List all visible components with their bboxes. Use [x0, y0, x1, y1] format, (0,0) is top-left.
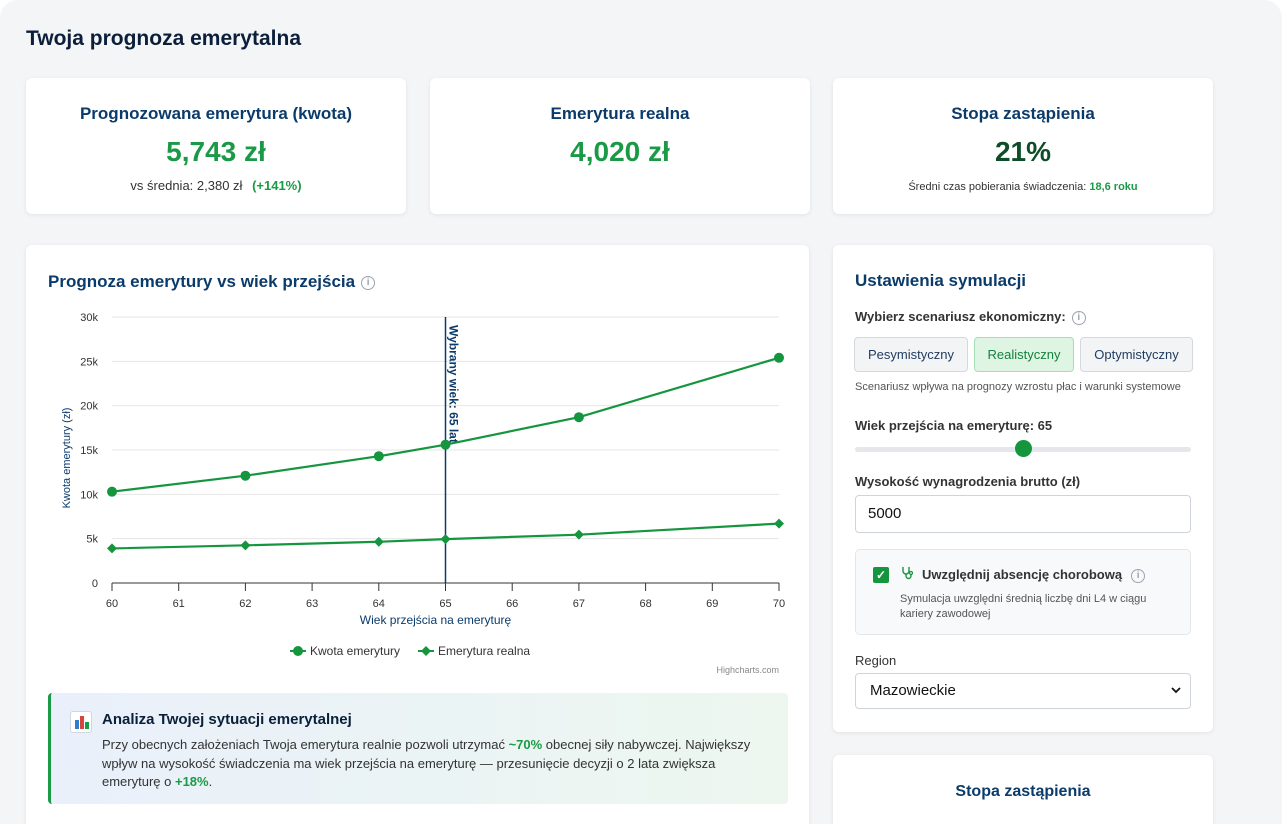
absence-description: Symulacja uwzględni średnią liczbę dni L… [900, 593, 1147, 620]
salary-label: Wysokość wynagrodzenia brutto (zł) [855, 474, 1081, 489]
benefit-duration-label: Średni czas pobierania świadczenia: [908, 181, 1087, 193]
chart-card: Prognoza emerytury vs wiek przejścia i 05… [26, 245, 809, 824]
real-pension-card: Emerytura realna 4,020 zł [430, 78, 810, 214]
y-tick-label: 5k [86, 534, 98, 546]
x-tick-label: 70 [773, 598, 785, 610]
y-tick-label: 15k [80, 445, 98, 457]
x-tick-label: 65 [439, 598, 451, 610]
y-tick-label: 0 [92, 578, 98, 590]
age-slider-thumb[interactable] [1015, 440, 1032, 457]
settings-title: Ustawienia symulacji [855, 271, 1027, 290]
projected-pension-label: Prognozowana emerytura (kwota) [79, 104, 353, 123]
y-tick-label: 10k [80, 489, 98, 501]
legend-marker [293, 646, 303, 656]
scenario-optimistic-button[interactable]: Optymistyczny [1080, 337, 1193, 372]
absence-checkbox[interactable]: ✓ [873, 567, 889, 583]
analysis-title: Analiza Twojej sytuacji emerytalnej [102, 711, 352, 728]
projected-pension-comparison: vs średnia: 2,380 zł (+141%) [26, 178, 406, 193]
scenario-realistic-button[interactable]: Realistyczny [974, 337, 1074, 372]
data-point [240, 470, 251, 481]
absence-title-text: Uwzględnij absencję chorobową [922, 567, 1123, 582]
replacement-rate-section: Stopa zastąpienia [833, 755, 1213, 824]
legend-label: Emerytura realna [438, 644, 530, 658]
scenario-label: Wybierz scenariusz ekonomiczny: i [855, 309, 1086, 325]
data-point [573, 412, 584, 423]
analysis-text-part: Przy obecnych założeniach Twoja emerytur… [102, 737, 509, 752]
benefit-duration-value: 18,6 roku [1089, 181, 1138, 193]
selected-age-label: Wybrany wiek: 65 lat [447, 325, 461, 443]
app: Twoja prognoza emerytalna Prognozowana e… [0, 0, 1282, 824]
y-axis-title: Kwota emerytury (zł) [61, 408, 73, 509]
scenario-pessimistic-button[interactable]: Pesymistyczny [854, 337, 968, 372]
x-tick-label: 63 [306, 598, 318, 610]
pension-chart: 0 5k 10k 15k 20k 25k 30k 60 61 62 63 64 65 66 67 68 69 70… [61, 312, 785, 658]
x-tick-label: 67 [573, 598, 585, 610]
x-tick-label: 68 [639, 598, 651, 610]
replacement-rate-section-title: Stopa zastąpienia [955, 783, 1091, 800]
x-tick-label: 69 [706, 598, 718, 610]
real-pension-value: 4,020 zł [570, 136, 670, 167]
absence-option: ✓ Uwzględnij absencję chorobową i Symulac… [855, 549, 1191, 635]
real-pension-label: Emerytura realna [550, 104, 690, 123]
data-point [240, 540, 251, 551]
data-point [774, 518, 784, 529]
data-point [774, 352, 784, 363]
analysis-text-part: . [208, 774, 213, 789]
chart-credits[interactable]: Highcharts.com [716, 665, 779, 675]
absence-title: Uwzględnij absencję chorobową i [922, 567, 1146, 583]
age-label: Wiek przejścia na emeryturę: 65 [855, 418, 1053, 433]
salary-input[interactable]: 5000 [855, 495, 1191, 533]
data-point [440, 439, 451, 450]
projected-pension-card: Prognozowana emerytura (kwota) 5,743 zł … [26, 78, 406, 214]
settings-card: Ustawienia symulacji Wybierz scenariusz … [833, 245, 1213, 732]
y-tick-label: 20k [80, 401, 98, 413]
analysis-box: Analiza Twojej sytuacji emerytalnej Przy… [48, 693, 788, 804]
y-tick-label: 30k [80, 312, 98, 324]
average-comparison-text: vs średnia: 2,380 zł [130, 178, 243, 193]
replacement-rate-label: Stopa zastąpienia [951, 104, 1095, 123]
analysis-highlight: ~70% [508, 737, 543, 752]
region-select-value: Mazowieckie [870, 682, 956, 699]
region-label: Region [855, 653, 897, 668]
legend-label: Kwota emerytury [310, 644, 400, 658]
x-axis-title: Wiek przejścia na emeryturę [360, 613, 512, 627]
x-tick-label: 60 [106, 598, 118, 610]
scenario-hint: Scenariusz wpływa na prognozy wzrostu pł… [855, 381, 1181, 393]
bar-chart-icon [70, 711, 92, 733]
stethoscope-icon [900, 566, 914, 583]
data-point [107, 486, 117, 497]
scenario-label-text: Wybierz scenariusz ekonomiczny: [855, 309, 1066, 324]
chevron-down-icon [1170, 674, 1182, 721]
analysis-text: Przy obecnych założeniach Twoja emerytur… [102, 736, 772, 792]
info-icon[interactable]: i [1131, 568, 1146, 583]
delta-badge: (+141%) [252, 178, 302, 193]
region-select[interactable]: Mazowieckie [855, 673, 1191, 709]
x-tick-label: 62 [239, 598, 251, 610]
projected-pension-value: 5,743 zł [166, 136, 266, 167]
replacement-rate-value: 21% [994, 136, 1052, 167]
replacement-rate-card: Stopa zastąpienia 21% Średni czas pobier… [833, 78, 1213, 214]
data-point [107, 543, 117, 554]
data-point [440, 534, 451, 545]
page-title: Twoja prognoza emerytalna [26, 27, 301, 50]
y-tick-label: 25k [80, 356, 98, 368]
benefit-duration: Średni czas pobierania świadczenia: 18,6… [833, 181, 1213, 193]
legend-marker [421, 646, 431, 656]
x-tick-label: 64 [373, 598, 385, 610]
analysis-highlight: +18% [174, 774, 209, 789]
data-point [373, 451, 384, 462]
info-icon[interactable]: i [1071, 310, 1086, 325]
x-tick-label: 61 [173, 598, 185, 610]
x-tick-label: 66 [506, 598, 518, 610]
